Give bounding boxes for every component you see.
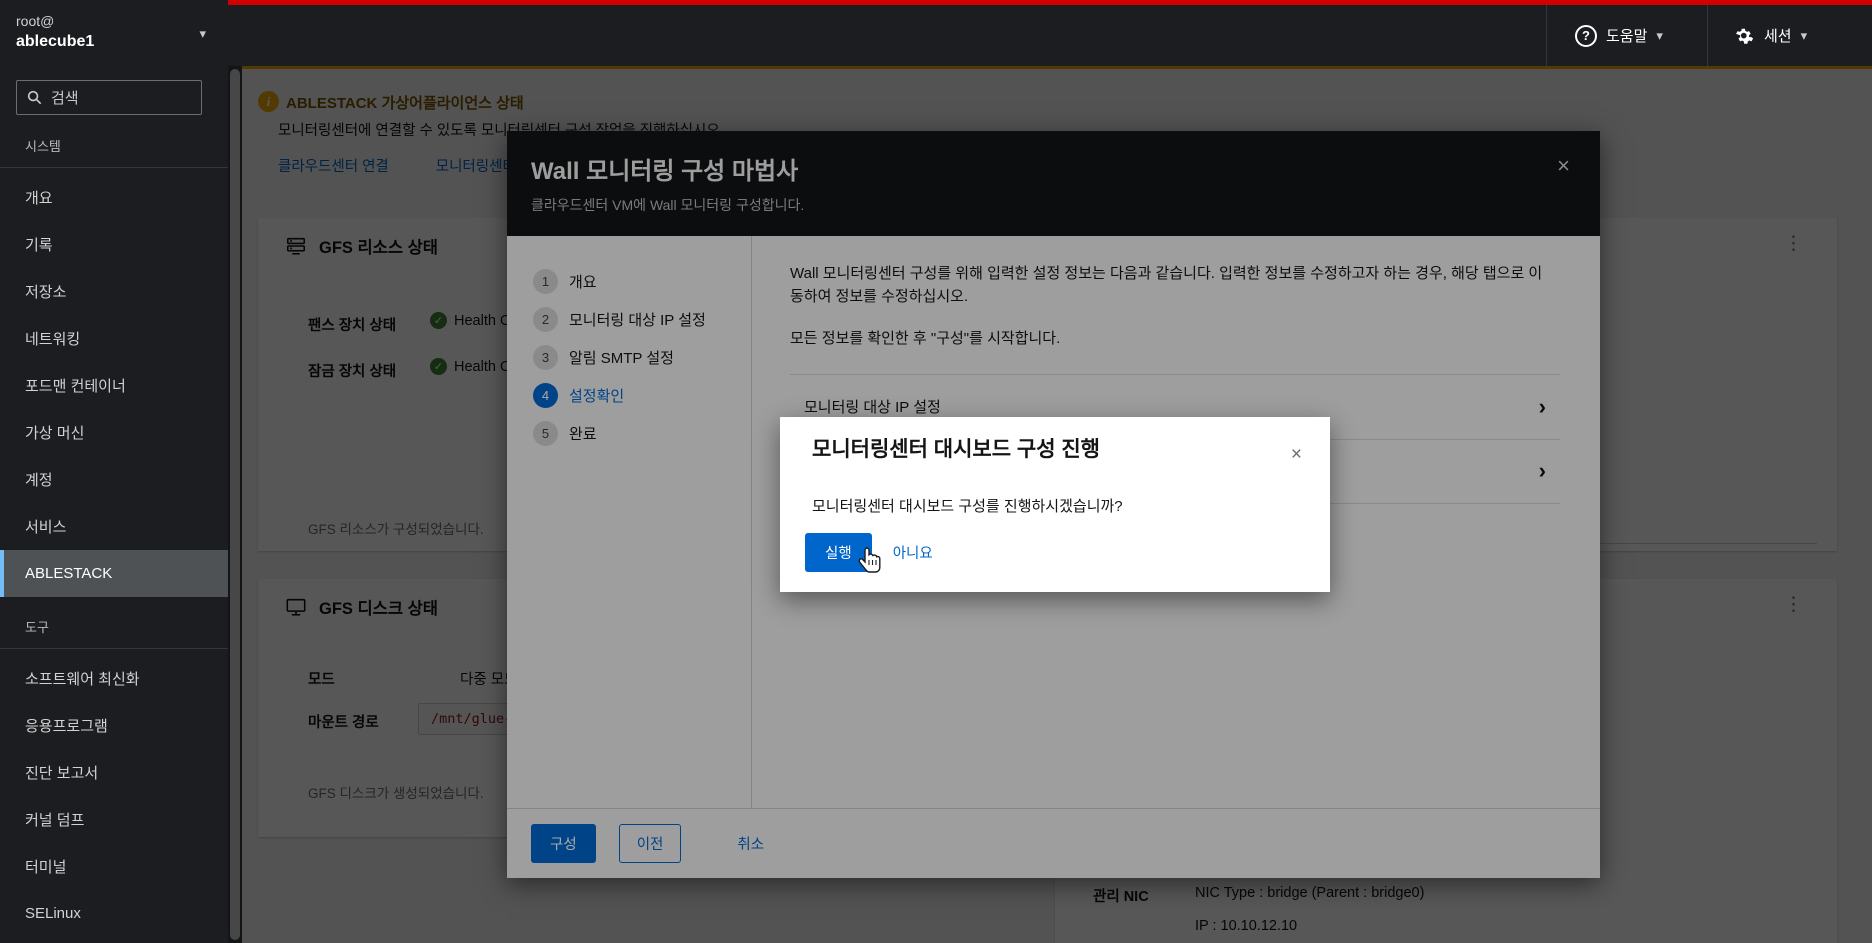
sidebar-item-podman[interactable]: 포드맨 컨테이너 — [0, 362, 228, 409]
chevron-down-icon: ▾ — [1656, 28, 1663, 44]
sidebar-item-overview[interactable]: 개요 — [0, 174, 228, 221]
sidebar-divider — [0, 167, 228, 168]
session-menu-button[interactable]: 세션 ▾ — [1734, 5, 1807, 66]
dialog-message: 모니터링센터 대시보드 구성를 진행하시겠습니까? — [812, 495, 1123, 516]
dialog-actions: 실행 아니요 — [805, 533, 933, 572]
search-input[interactable]: 검색 — [16, 80, 202, 115]
sidebar-item-applications[interactable]: 응용프로그램 — [0, 702, 228, 749]
sidebar-item-accounts[interactable]: 계정 — [0, 456, 228, 503]
masthead-divider — [1546, 5, 1547, 66]
search-placeholder: 검색 — [51, 87, 79, 108]
sidebar-item-ablestack[interactable]: ABLESTACK — [0, 550, 228, 597]
sidebar-item-kernel-dump[interactable]: 커널 덤프 — [0, 796, 228, 843]
dashboard-confirm-dialog: 모니터링센터 대시보드 구성 진행 × 모니터링센터 대시보드 구성를 진행하시… — [780, 417, 1330, 592]
host-switcher[interactable]: root@ ablecube1 ▾ — [0, 0, 228, 66]
question-glyph: ? — [1582, 28, 1590, 43]
sidebar-section-system: 시스템 — [0, 128, 228, 161]
sidebar-item-software-updates[interactable]: 소프트웨어 최신화 — [0, 655, 228, 702]
gear-icon — [1734, 25, 1755, 46]
chevron-down-icon: ▾ — [199, 26, 206, 42]
hostname: ablecube1 — [16, 31, 212, 53]
session-label: 세션 — [1764, 25, 1792, 46]
run-button[interactable]: 실행 — [805, 533, 872, 572]
chevron-down-icon: ▾ — [1801, 28, 1808, 44]
sidebar-section-tools: 도구 — [0, 609, 228, 642]
sidebar-item-networking[interactable]: 네트워킹 — [0, 315, 228, 362]
sidebar-items: 시스템 개요 기록 저장소 네트워킹 포드맨 컨테이너 가상 머신 계정 서비스… — [0, 128, 228, 937]
sidebar-item-selinux[interactable]: SELinux — [0, 890, 228, 937]
sidebar-item-terminal[interactable]: 터미널 — [0, 843, 228, 890]
search-icon — [27, 90, 42, 105]
no-button[interactable]: 아니요 — [893, 533, 933, 572]
sidebar-nav: 검색 시스템 개요 기록 저장소 네트워킹 포드맨 컨테이너 가상 머신 계정 … — [0, 66, 228, 943]
username: root@ — [16, 11, 212, 31]
question-icon: ? — [1575, 25, 1597, 47]
sidebar-item-logs[interactable]: 기록 — [0, 221, 228, 268]
help-label: 도움말 — [1606, 25, 1647, 46]
close-icon[interactable]: × — [1291, 445, 1302, 464]
sidebar-gap — [0, 597, 228, 609]
sidebar-item-diagnostic-reports[interactable]: 진단 보고서 — [0, 749, 228, 796]
screen: root@ ablecube1 ▾ ? 도움말 ▾ 세션 ▾ 검색 시스템 — [0, 0, 1872, 943]
help-menu-button[interactable]: ? 도움말 ▾ — [1575, 5, 1663, 66]
masthead: root@ ablecube1 ▾ ? 도움말 ▾ 세션 ▾ — [0, 0, 1872, 66]
masthead-divider — [1707, 5, 1708, 66]
sidebar-item-storage[interactable]: 저장소 — [0, 268, 228, 315]
dialog-title: 모니터링센터 대시보드 구성 진행 — [812, 433, 1100, 463]
sidebar-item-virtual-machines[interactable]: 가상 머신 — [0, 409, 228, 456]
sidebar-item-services[interactable]: 서비스 — [0, 503, 228, 550]
sidebar-divider — [0, 648, 228, 649]
